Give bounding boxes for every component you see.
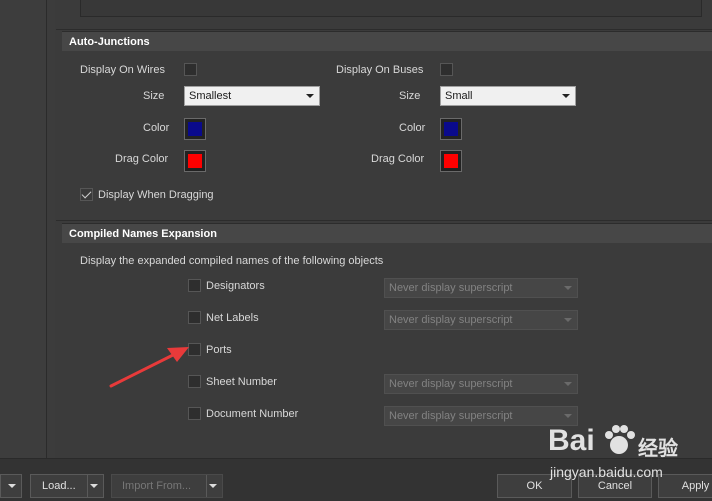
sheet-number-superscript-select[interactable]: Never display superscript xyxy=(384,374,578,394)
net-labels-checkbox[interactable] xyxy=(188,311,201,324)
wires-color-swatch xyxy=(188,122,202,136)
chevron-down-icon xyxy=(90,484,98,488)
wires-size-select[interactable]: Smallest xyxy=(184,86,320,106)
wires-size-label: Size xyxy=(143,90,165,102)
net-labels-label: Net Labels xyxy=(206,312,259,324)
display-when-dragging-checkbox[interactable] xyxy=(80,188,93,201)
sheet-number-select-value: Never display superscript xyxy=(389,378,513,390)
wires-color-label: Color xyxy=(143,122,170,134)
import-from-button-label: Import From... xyxy=(122,480,192,492)
document-number-label: Document Number xyxy=(206,408,299,420)
display-on-buses-label: Display On Buses xyxy=(336,64,424,76)
display-when-dragging-label: Display When Dragging xyxy=(98,189,214,201)
wires-drag-color-label: Drag Color xyxy=(115,153,169,165)
chevron-down-icon xyxy=(564,382,572,386)
display-on-wires-label: Display On Wires xyxy=(80,64,165,76)
document-number-superscript-select[interactable]: Never display superscript xyxy=(384,406,578,426)
wires-drag-color-swatch xyxy=(188,154,202,168)
buses-drag-color-picker[interactable] xyxy=(440,150,462,172)
buses-size-label: Size xyxy=(399,90,421,102)
top-preview-box xyxy=(80,0,702,17)
auto-junctions-header: Auto-Junctions xyxy=(62,31,712,51)
document-number-select-value: Never display superscript xyxy=(389,410,513,422)
net-labels-superscript-select[interactable]: Never display superscript xyxy=(384,310,578,330)
load-dropdown-segment[interactable] xyxy=(87,475,103,497)
import-from-button[interactable]: Import From... xyxy=(111,474,223,498)
chevron-down-icon xyxy=(562,94,570,98)
buses-size-value: Small xyxy=(445,90,473,102)
document-number-checkbox[interactable] xyxy=(188,407,201,420)
designators-superscript-select[interactable]: Never display superscript xyxy=(384,278,578,298)
wires-drag-color-picker[interactable] xyxy=(184,150,206,172)
display-on-wires-checkbox[interactable] xyxy=(184,63,197,76)
ports-label: Ports xyxy=(206,344,232,356)
net-labels-select-value: Never display superscript xyxy=(389,314,513,326)
chevron-down-icon xyxy=(209,484,217,488)
chevron-down-icon xyxy=(8,484,16,488)
chevron-down-icon xyxy=(564,286,572,290)
wires-color-picker[interactable] xyxy=(184,118,206,140)
buses-size-select[interactable]: Small xyxy=(440,86,576,106)
save-dropdown-button[interactable] xyxy=(0,474,22,498)
apply-button[interactable]: Apply xyxy=(658,474,712,498)
buses-drag-color-swatch xyxy=(444,154,458,168)
import-from-dropdown-segment[interactable] xyxy=(206,475,222,497)
sheet-number-label: Sheet Number xyxy=(206,376,277,388)
designators-checkbox[interactable] xyxy=(188,279,201,292)
load-button[interactable]: Load... xyxy=(30,474,104,498)
wires-size-value: Smallest xyxy=(189,90,232,102)
left-pane xyxy=(0,0,47,458)
compiled-names-description: Display the expanded compiled names of t… xyxy=(80,255,384,267)
designators-label: Designators xyxy=(206,280,265,292)
section-divider xyxy=(56,29,712,30)
buses-color-picker[interactable] xyxy=(440,118,462,140)
ok-button[interactable]: OK xyxy=(497,474,572,498)
buses-color-swatch xyxy=(444,122,458,136)
designators-select-value: Never display superscript xyxy=(389,282,513,294)
buses-color-label: Color xyxy=(399,122,426,134)
display-on-buses-checkbox[interactable] xyxy=(440,63,453,76)
chevron-down-icon xyxy=(306,94,314,98)
compiled-names-header: Compiled Names Expansion xyxy=(62,223,712,243)
chevron-down-icon xyxy=(564,414,572,418)
buses-drag-color-label: Drag Color xyxy=(371,153,425,165)
left-pane-inner xyxy=(0,0,46,458)
annotation-arrow-icon xyxy=(109,347,189,388)
chevron-down-icon xyxy=(564,318,572,322)
cancel-button[interactable]: Cancel xyxy=(578,474,652,498)
load-button-label: Load... xyxy=(42,480,76,492)
section-divider xyxy=(56,220,712,221)
